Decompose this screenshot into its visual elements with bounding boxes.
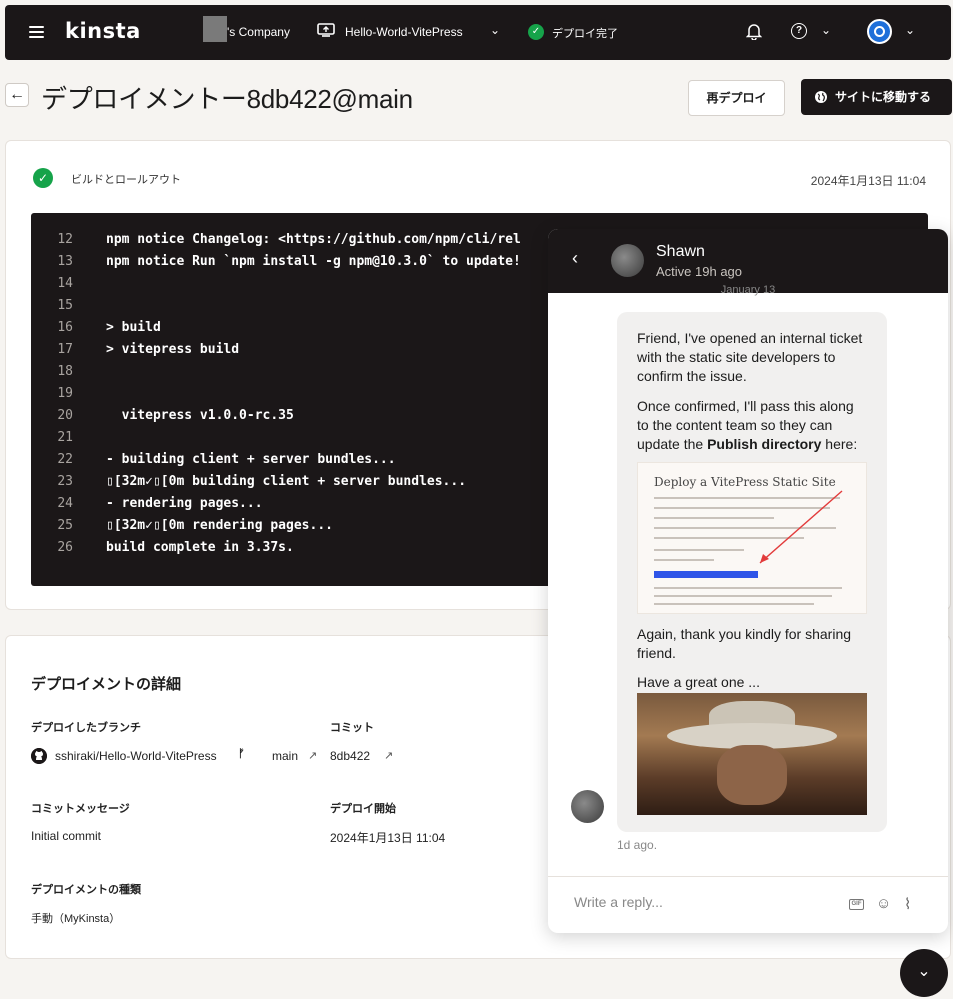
user-avatar[interactable] xyxy=(867,19,892,44)
support-chat-widget: ‹ Shawn Active 19h ago January 13 Friend… xyxy=(548,229,948,933)
page-title: デプロイメントー8db422@main xyxy=(41,84,413,114)
deploy-type: 手動（MyKinsta） xyxy=(31,913,121,925)
message-text: Once confirmed, I'll pass this along to … xyxy=(637,398,858,452)
screenshot-title: Deploy a VitePress Static Site xyxy=(654,475,836,489)
line-number: 21 xyxy=(57,430,73,445)
deploy-type-label: デプロイメントの種類 xyxy=(31,884,141,896)
gif-attachment[interactable] xyxy=(637,693,867,815)
line-text: > vitepress build xyxy=(106,342,240,357)
line-number: 12 xyxy=(57,232,73,247)
external-link-icon[interactable]: ↗ xyxy=(384,749,393,762)
agent-avatar xyxy=(571,790,604,823)
line-text: - building client + server bundles... xyxy=(106,452,396,467)
bell-icon[interactable] xyxy=(746,22,762,40)
line-text: - rendering pages... xyxy=(106,496,263,511)
message-text: Again, thank you kindly for sharing frie… xyxy=(637,626,852,661)
message-text: Have a great one ... xyxy=(637,674,760,690)
line-number: 20 xyxy=(57,408,73,423)
globe-icon xyxy=(815,91,827,103)
line-number: 25 xyxy=(57,518,73,533)
highlight-box xyxy=(654,571,758,578)
line-number: 24 xyxy=(57,496,73,511)
agent-name: Shawn xyxy=(656,243,705,260)
paperclip-icon[interactable]: ⌇ xyxy=(904,895,911,913)
branch-link[interactable]: main xyxy=(272,749,298,763)
commit-link[interactable]: 8db422 xyxy=(330,749,370,763)
chevron-down-icon[interactable]: ⌄ xyxy=(821,23,831,37)
reply-input[interactable] xyxy=(574,894,834,910)
chat-message-bubble: Friend, I've opened an internal ticket w… xyxy=(617,312,887,832)
visit-site-button[interactable]: サイトに移動する xyxy=(801,79,952,115)
deploy-status: デプロイ完了 xyxy=(552,28,618,40)
commit-message: Initial commit xyxy=(31,829,102,843)
reply-composer: GIF ☺ ⌇ xyxy=(548,876,948,933)
kinsta-logo[interactable]: kinsta xyxy=(65,19,141,43)
check-circle-icon: ✓ xyxy=(528,24,544,40)
chevron-down-icon[interactable]: ⌄ xyxy=(490,23,500,37)
deploy-start-label: デプロイ開始 xyxy=(330,803,396,815)
site-monitor-icon xyxy=(317,23,335,37)
line-number: 19 xyxy=(57,386,73,401)
line-number: 22 xyxy=(57,452,73,467)
message-text: Friend, I've opened an internal ticket w… xyxy=(637,330,863,384)
external-link-icon[interactable]: ↗ xyxy=(308,749,317,762)
line-text: build complete in 3.37s. xyxy=(106,540,294,555)
line-text: > build xyxy=(106,320,161,335)
line-text: vitepress v1.0.0-rc.35 xyxy=(106,408,294,423)
branch-label: デプロイしたブランチ xyxy=(31,722,141,734)
line-number: 16 xyxy=(57,320,73,335)
visit-site-label: サイトに移動する xyxy=(835,90,932,104)
hamburger-icon[interactable] xyxy=(29,26,44,38)
chevron-down-icon[interactable]: ⌄ xyxy=(905,23,915,37)
check-circle-icon: ✓ xyxy=(33,168,53,188)
build-rollout-label: ビルドとロールアウト xyxy=(71,174,181,186)
github-icon xyxy=(31,748,47,764)
screenshot-attachment[interactable]: Deploy a VitePress Static Site xyxy=(637,462,867,614)
line-text: npm notice Changelog: <https://github.co… xyxy=(106,232,521,247)
line-text: ▯[32m✓▯[0m building client + server bund… xyxy=(106,474,467,489)
help-circle-icon[interactable]: ? xyxy=(791,23,807,39)
company-name[interactable]: 's Company xyxy=(227,25,290,39)
line-number: 15 xyxy=(57,298,73,313)
company-avatar[interactable] xyxy=(203,16,227,42)
deploy-start: 2024年1月13日 11:04 xyxy=(330,831,446,845)
agent-avatar xyxy=(611,244,644,277)
arrow-annotation xyxy=(759,490,843,564)
line-text: ▯[32m✓▯[0m rendering pages... xyxy=(106,518,333,533)
line-number: 13 xyxy=(57,254,73,269)
line-text: npm notice Run `npm install -g npm@10.3.… xyxy=(106,254,521,269)
details-title: デプロイメントの詳細 xyxy=(31,676,182,693)
agent-status: Active 19h ago xyxy=(656,264,743,279)
branch-icon: ᚠ xyxy=(238,748,245,760)
chevron-left-icon[interactable]: ‹ xyxy=(572,248,578,269)
back-arrow-button[interactable]: ← xyxy=(5,83,29,107)
build-date: 2024年1月13日 11:04 xyxy=(810,174,926,188)
commit-message-label: コミットメッセージ xyxy=(31,803,130,815)
line-number: 23 xyxy=(57,474,73,489)
gif-icon[interactable]: GIF xyxy=(849,899,864,910)
commit-label: コミット xyxy=(330,722,374,734)
chat-toggle-button[interactable]: ⌄ xyxy=(900,949,948,997)
line-number: 14 xyxy=(57,276,73,291)
line-number: 26 xyxy=(57,540,73,555)
top-nav-bar: kinsta 's Company Hello-World-VitePress … xyxy=(5,5,951,60)
repo-link[interactable]: sshiraki/Hello-World-VitePress xyxy=(55,749,217,763)
message-timestamp: 1d ago. xyxy=(617,838,658,852)
line-number: 18 xyxy=(57,364,73,379)
line-number: 17 xyxy=(57,342,73,357)
redeploy-button[interactable]: 再デプロイ xyxy=(688,80,785,116)
site-selector[interactable]: Hello-World-VitePress xyxy=(345,25,463,39)
date-separator: January 13 xyxy=(720,284,776,296)
smiley-icon[interactable]: ☺ xyxy=(876,895,891,912)
